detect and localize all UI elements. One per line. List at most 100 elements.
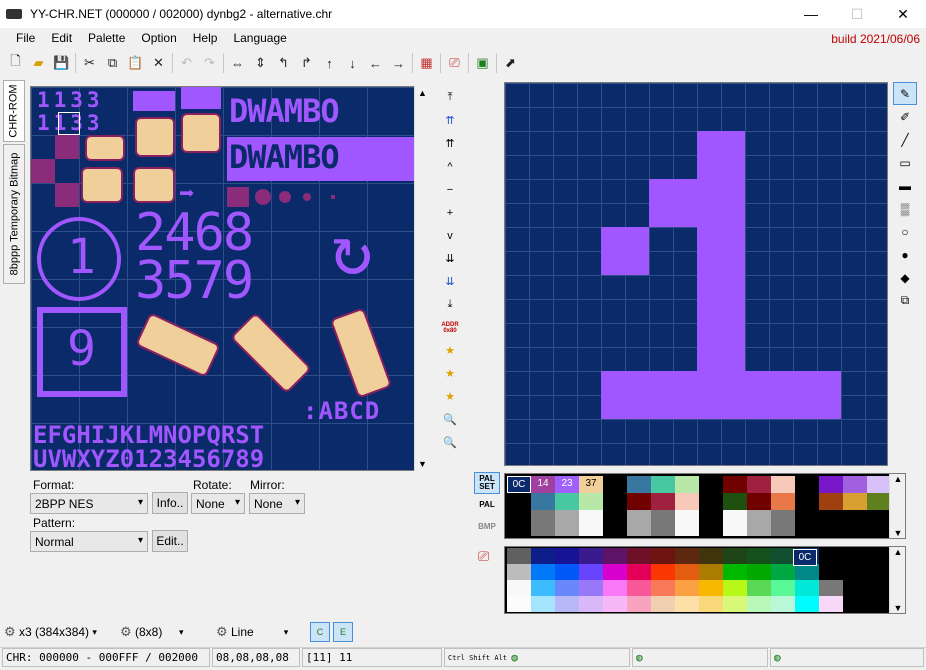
circle-outline-icon[interactable]: ○ <box>893 220 917 243</box>
palette-swatch[interactable] <box>867 510 891 536</box>
undo-icon[interactable]: ↶ <box>175 52 198 74</box>
palette-swatch[interactable] <box>507 493 531 510</box>
palette-swatch[interactable] <box>819 493 843 510</box>
palette-selection[interactable]: 0C 14 23 37 ▲ ▼ <box>504 473 906 539</box>
palette-swatch[interactable] <box>771 548 795 564</box>
flip-vertical-icon[interactable]: ⇕ <box>249 52 272 74</box>
palette-swatch[interactable] <box>747 564 771 580</box>
full-palette-scrollbar[interactable]: ▲ ▼ <box>889 547 905 613</box>
menu-language[interactable]: Language <box>225 31 294 45</box>
external-link-icon[interactable]: ⬈ <box>499 52 522 74</box>
palette-swatch[interactable] <box>555 564 579 580</box>
palette-swatch[interactable] <box>579 493 603 510</box>
palette-swatch[interactable] <box>651 476 675 493</box>
palette-swatch[interactable] <box>627 596 651 612</box>
palette-swatch[interactable] <box>507 596 531 612</box>
tab-temporary-bitmap[interactable]: 8bppp Temporary Bitmap <box>3 144 25 284</box>
palette-swatch[interactable] <box>555 510 579 536</box>
copy-icon[interactable]: ⧉ <box>101 52 124 74</box>
palette-swatch[interactable] <box>603 476 627 493</box>
palette-import-icon[interactable]: ⎚ <box>478 548 489 565</box>
palette-swatch[interactable] <box>723 580 747 596</box>
palette-swatch[interactable] <box>627 493 651 510</box>
palette-swatch[interactable] <box>603 596 627 612</box>
save-palette-icon[interactable]: ▣ <box>471 52 494 74</box>
pattern-edit-button[interactable]: Edit.. <box>152 530 188 552</box>
palette-swatch[interactable] <box>675 580 699 596</box>
palette-swatch[interactable] <box>507 510 531 536</box>
palette-swatch[interactable] <box>531 596 555 612</box>
palette-swatch[interactable] <box>651 510 675 536</box>
palette-swatch[interactable] <box>531 564 555 580</box>
pattern-icon[interactable]: ▒ <box>893 197 917 220</box>
palette-swatch[interactable] <box>699 580 723 596</box>
palette-swatch[interactable] <box>627 476 651 493</box>
paste-icon[interactable]: 📋 <box>124 52 147 74</box>
palette-swatch[interactable] <box>819 510 843 536</box>
double-up-end-icon[interactable]: ⤒ <box>437 86 463 109</box>
palette-swatch[interactable] <box>675 510 699 536</box>
palette-swatch[interactable] <box>819 596 843 612</box>
palette-swatch[interactable] <box>507 580 531 596</box>
palette-swatch[interactable] <box>603 580 627 596</box>
cut-icon[interactable]: ✂ <box>78 52 101 74</box>
tab-chr-rom[interactable]: CHR-ROM <box>3 80 25 142</box>
menu-help[interactable]: Help <box>185 31 226 45</box>
palette-swatch[interactable] <box>531 548 555 564</box>
save-icon[interactable]: 💾 <box>50 52 73 74</box>
palette-swatch[interactable] <box>699 493 723 510</box>
pixel-editor-canvas[interactable] <box>504 82 888 466</box>
new-file-icon[interactable]: 🗋 <box>4 52 27 74</box>
pattern-select[interactable]: Normal ▾ <box>30 531 148 552</box>
palette-swatch[interactable] <box>555 493 579 510</box>
pal-button[interactable]: PAL <box>474 494 500 516</box>
pen-icon[interactable]: ✎ <box>893 82 917 105</box>
maximize-button[interactable]: ☐ <box>834 0 880 28</box>
grid-dropdown[interactable]: ⚙ (8x8) ▾ <box>120 622 184 642</box>
palette-swatch[interactable] <box>555 548 579 564</box>
palette-swatch[interactable] <box>843 493 867 510</box>
palette-swatch[interactable] <box>723 510 747 536</box>
palette-swatch[interactable] <box>675 493 699 510</box>
double-up-icon[interactable]: ⇈ <box>437 132 463 155</box>
plus-icon[interactable]: + <box>437 201 463 224</box>
scroll-down-icon[interactable]: ▼ <box>418 459 427 469</box>
rotate-left-icon[interactable]: ↰ <box>272 52 295 74</box>
shift-left-icon[interactable]: ← <box>364 52 387 74</box>
palette-swatch[interactable] <box>795 596 819 612</box>
redo-icon[interactable]: ↷ <box>198 52 221 74</box>
palette-swatch[interactable] <box>819 580 843 596</box>
tool-dropdown[interactable]: ⚙ Line ▾ <box>216 622 288 642</box>
info-button[interactable]: Info.. <box>152 492 188 514</box>
palette-swatch[interactable] <box>843 580 867 596</box>
full-palette-selected[interactable]: 0C <box>793 549 817 566</box>
palette-slot-0[interactable]: 0C <box>507 476 531 493</box>
palette-swatch[interactable] <box>843 564 867 580</box>
palette-swatch[interactable] <box>723 564 747 580</box>
palette-swatch[interactable] <box>627 564 651 580</box>
palette-selection-scrollbar[interactable]: ▲ ▼ <box>889 474 905 538</box>
star-up-icon[interactable]: ★ <box>437 362 463 385</box>
palette-swatch[interactable] <box>507 564 531 580</box>
palette-swatch[interactable] <box>747 476 771 493</box>
up-icon[interactable]: ^ <box>437 155 463 178</box>
palette-swatch[interactable] <box>723 596 747 612</box>
zoom-in-icon[interactable]: 🔍 <box>437 408 463 431</box>
palette-swatch[interactable] <box>699 548 723 564</box>
palette-swatch[interactable] <box>603 510 627 536</box>
palette-swatch[interactable] <box>747 596 771 612</box>
palette-swatch[interactable] <box>699 596 723 612</box>
palette-swatch[interactable] <box>675 548 699 564</box>
double-up-blue-icon[interactable]: ⇈ <box>437 109 463 132</box>
fill-bucket-icon[interactable]: ◆ <box>893 266 917 289</box>
double-down-blue-icon[interactable]: ⇊ <box>437 270 463 293</box>
zoom-out-icon[interactable]: 🔍 <box>437 431 463 454</box>
palette-swatch[interactable] <box>627 580 651 596</box>
select-copy-icon[interactable]: ⧉ <box>893 289 917 312</box>
palette-swatch[interactable] <box>747 548 771 564</box>
format-select[interactable]: 2BPP NES ▾ <box>30 493 148 514</box>
color-swap-icon[interactable]: ▦ <box>415 52 438 74</box>
minus-icon[interactable]: − <box>437 178 463 201</box>
palette-swatch[interactable] <box>579 548 603 564</box>
palette-swatch[interactable] <box>579 510 603 536</box>
